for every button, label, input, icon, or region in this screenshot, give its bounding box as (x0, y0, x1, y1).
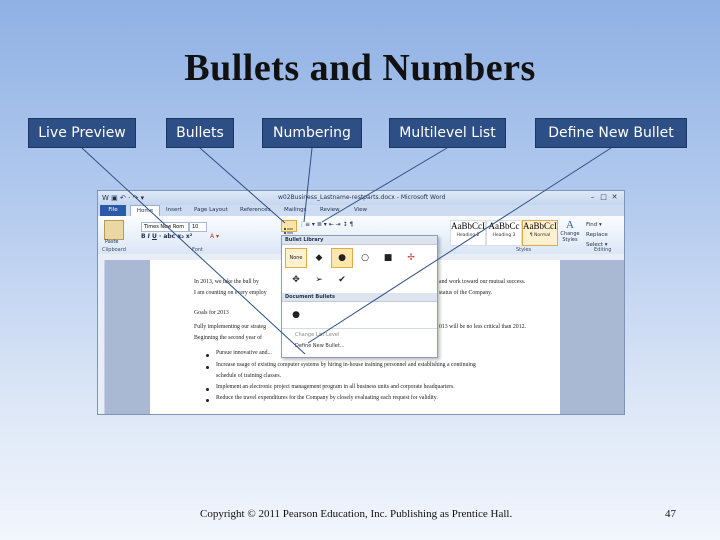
label-define-new-bullet: Define New Bullet (535, 118, 687, 148)
style-heading-3[interactable]: AaBbCc Heading 3 (486, 220, 522, 246)
bullet-none[interactable]: None (285, 248, 307, 268)
bullet-option-arrowhead[interactable]: ➢ (308, 270, 330, 290)
replace-button[interactable]: Replace (586, 230, 608, 240)
close-icon[interactable]: ✕ (609, 193, 620, 201)
group-styles: Styles (516, 247, 532, 253)
maximize-icon[interactable]: □ (598, 193, 609, 201)
window-title: w02Business_Lastname-restparts.docx - Mi… (278, 194, 446, 201)
list-item: Pursue innovative and... (216, 350, 272, 356)
bullet-option-check[interactable]: ✔ (331, 270, 353, 290)
style-name: Heading 3 (492, 233, 516, 238)
list-bullet (206, 354, 209, 357)
list-item: Reduce the travel expenditures for the C… (216, 395, 438, 401)
list-item: Increase usage of existing computer syst… (216, 362, 476, 368)
label-numbering: Numbering (262, 118, 362, 148)
tab-file[interactable]: File (100, 205, 126, 216)
page-number: 47 (665, 508, 676, 520)
font-size-box[interactable]: 10 (189, 222, 207, 232)
style-name: Heading 2 (456, 233, 480, 238)
style-sample: AaBbCcI (451, 221, 485, 231)
group-editing: Editing (594, 247, 612, 253)
vertical-ruler[interactable] (98, 260, 105, 414)
font-format-icons[interactable]: B I U · abc x₂ x² (141, 233, 192, 240)
group-font: Font (192, 247, 203, 253)
change-list-level-item[interactable]: Change List Level (295, 332, 339, 338)
bullet-option-square[interactable]: ■ (377, 248, 399, 268)
doc-heading: Goals for 2013 (194, 310, 229, 316)
change-styles-button[interactable]: A Change Styles (559, 219, 581, 243)
document-bullets-header: Document Bullets (282, 293, 437, 302)
change-styles-label: Change Styles (560, 231, 580, 243)
minimize-icon[interactable]: – (587, 193, 598, 201)
copyright-footer: Copyright © 2011 Pearson Education, Inc.… (200, 508, 513, 520)
bullet-library-dropdown: Bullet Library None ◆ ● ○ ■ ✢ ✥ ➢ ✔ Docu… (281, 235, 438, 358)
tab-references[interactable]: References (240, 207, 271, 213)
paste-button[interactable]: Paste (105, 239, 119, 245)
find-button[interactable]: Find ▾ (586, 220, 608, 230)
ribbon-tabs: File Home Insert Page Layout References … (98, 205, 624, 217)
style-normal[interactable]: AaBbCcI ¶ Normal (522, 220, 558, 246)
style-heading-2[interactable]: AaBbCcI Heading 2 (450, 220, 486, 246)
doc-line: Fully implementing our strateg (194, 324, 266, 330)
menu-divider (282, 328, 437, 329)
style-name: ¶ Normal (529, 233, 551, 238)
label-bullets: Bullets (166, 118, 234, 148)
label-live-preview: Live Preview (28, 118, 136, 148)
slide-title: Bullets and Numbers (184, 47, 536, 89)
bullet-library-header: Bullet Library (282, 236, 437, 245)
window-controls: – □ ✕ (587, 193, 620, 201)
bullet-option-arrows[interactable]: ✥ (285, 270, 307, 290)
bullets-button-icon[interactable] (281, 220, 297, 234)
quick-access-toolbar[interactable]: W ▣ ↶ · ↷ ▾ (102, 194, 144, 202)
style-sample: AaBbCc (488, 221, 520, 231)
font-color-icon[interactable]: A ▾ (210, 233, 219, 240)
list-item: Implement an electronic project manageme… (216, 384, 455, 390)
font-name-box[interactable]: Times New Rom (141, 222, 189, 232)
list-item: schedule of training classes. (216, 373, 282, 379)
tab-page-layout[interactable]: Page Layout (194, 207, 228, 213)
list-bullet (206, 366, 209, 369)
document-bullet-round[interactable]: ● (285, 305, 307, 325)
doc-line: I am counting on every employ (194, 290, 267, 296)
tab-review[interactable]: Review (320, 207, 340, 213)
tab-view[interactable]: View (354, 207, 367, 213)
label-multilevel-list: Multilevel List (389, 118, 506, 148)
paste-icon[interactable] (104, 220, 124, 240)
bullet-option-diamond[interactable]: ◆ (308, 248, 330, 268)
doc-line: and work toward our mutual success. (439, 279, 526, 285)
doc-line: Beginning the second year of (194, 335, 262, 341)
word-screenshot: W ▣ ↶ · ↷ ▾ w02Business_Lastname-restpar… (97, 190, 625, 415)
bullet-option-hollow[interactable]: ○ (354, 248, 376, 268)
doc-line: In 2013, we take the bull by (194, 279, 259, 285)
word-titlebar: W ▣ ↶ · ↷ ▾ w02Business_Lastname-restpar… (98, 191, 624, 205)
style-sample: AaBbCcI (523, 221, 557, 231)
list-bullet (206, 388, 209, 391)
tab-insert[interactable]: Insert (166, 207, 182, 213)
editing-buttons: Find ▾ Replace Select ▾ (586, 220, 608, 250)
define-new-bullet-item[interactable]: Define New Bullet... (295, 343, 345, 349)
bullet-option-star[interactable]: ✢ (400, 248, 422, 268)
numbering-multilevel-icons[interactable]: ⋮≡ ▾ ≣ ▾ ⇤ ⇥ ↕ ¶ (299, 221, 353, 228)
doc-line: 013 will be no less critical than 2012. (439, 324, 526, 330)
doc-line: status of the Company. (439, 290, 493, 296)
list-bullet (206, 399, 209, 402)
bullet-option-round[interactable]: ● (331, 248, 353, 268)
tab-mailings[interactable]: Mailings (284, 207, 307, 213)
group-clipboard: Clipboard (102, 247, 126, 253)
change-styles-icon: A (566, 219, 574, 231)
